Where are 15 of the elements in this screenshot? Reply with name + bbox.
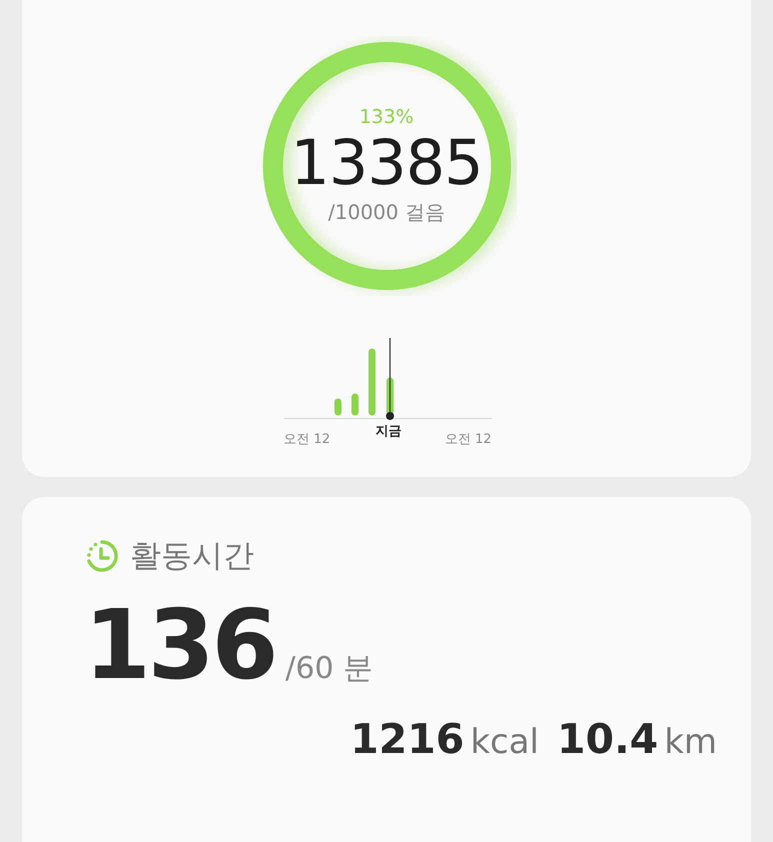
stat-unit: kcal	[470, 722, 540, 762]
percent-text: 133%	[359, 106, 414, 128]
axis-label: 오전 12	[444, 431, 492, 448]
now-label: 지금	[376, 423, 402, 441]
step-count: 13385	[290, 130, 483, 196]
activity-goal: /60 분	[285, 650, 374, 688]
activity-minutes: 136	[84, 597, 276, 693]
axis-label: 오전 12	[284, 431, 332, 448]
stat-value: 1216	[350, 715, 464, 763]
timer-icon	[84, 538, 120, 574]
step-goal: /10000 걸음	[328, 199, 445, 226]
activity-title: 활동시간	[130, 537, 254, 576]
step-bars-drawing	[334, 348, 393, 416]
stat-value: 10.4	[557, 715, 658, 763]
stat-unit: km	[664, 722, 717, 762]
